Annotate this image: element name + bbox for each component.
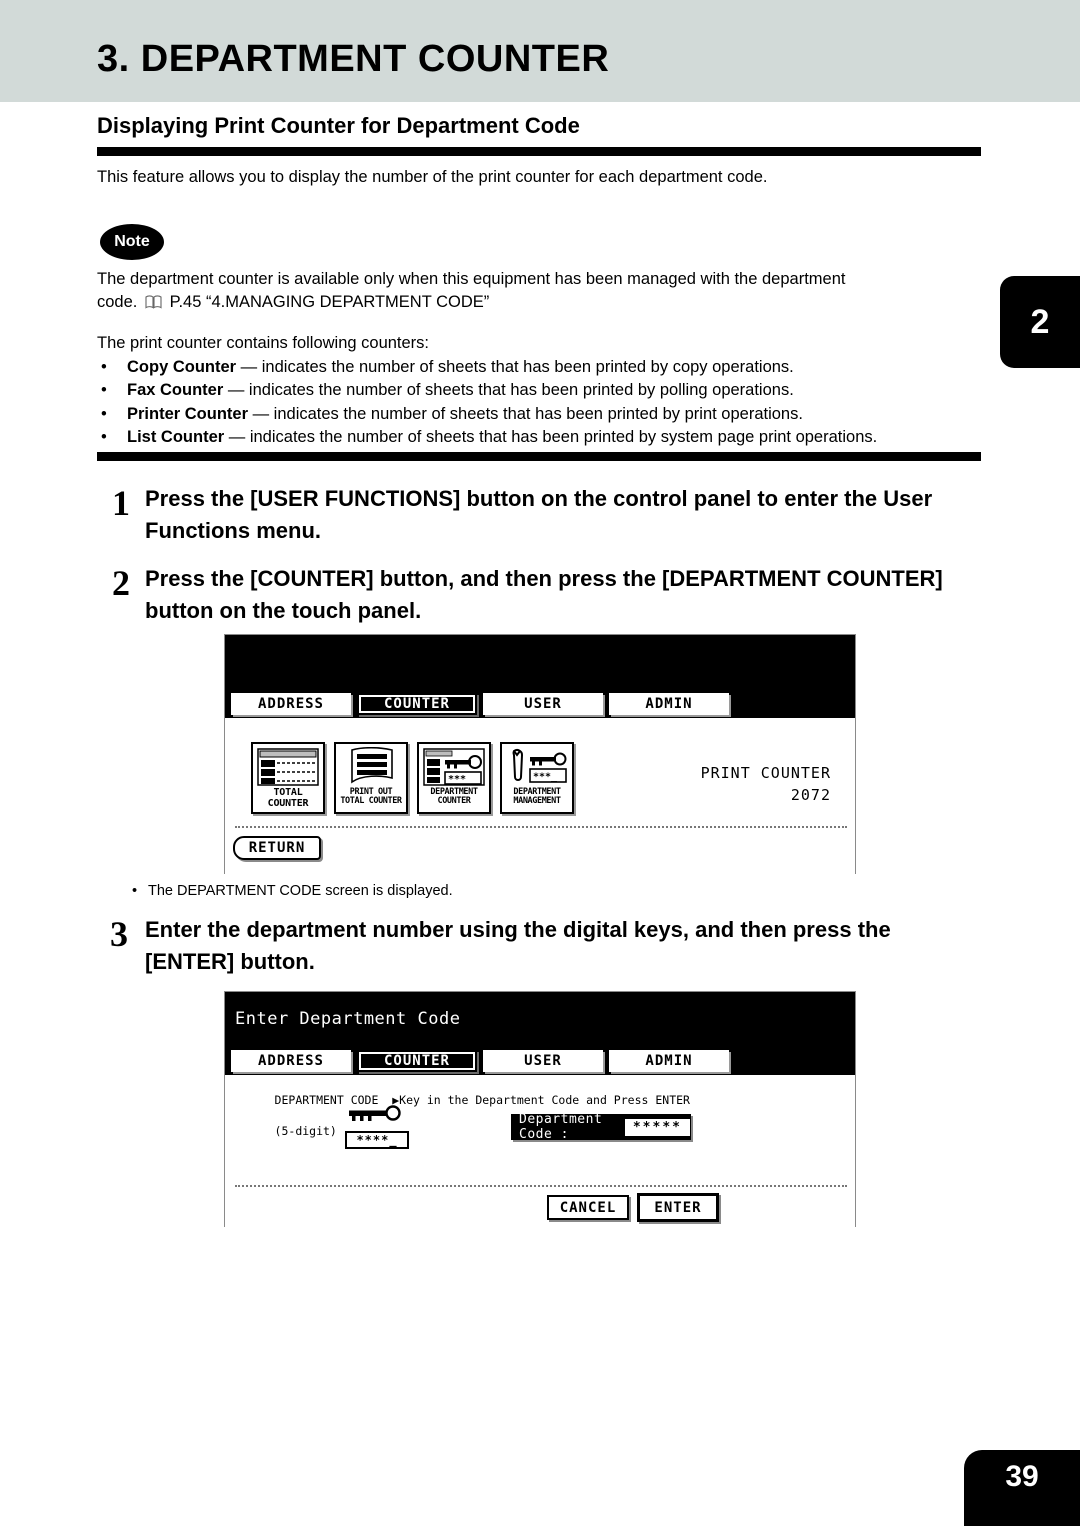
department-counter-icon: ***_ [421, 746, 487, 788]
list-item: • List Counter — indicates the number of… [97, 426, 992, 449]
printout-icon [338, 746, 404, 788]
list-item: • Copy Counter — indicates the number of… [97, 356, 992, 379]
caption-text: The DEPARTMENT CODE screen is displayed. [148, 883, 453, 899]
panel-divider [235, 1185, 847, 1187]
step-1-number: 1 [112, 483, 130, 523]
list-item-term: Copy Counter [127, 358, 237, 376]
department-management-icon: ***_ [504, 746, 570, 788]
step-2-text: Press the [COUNTER] button, and then pre… [145, 566, 943, 623]
key-icon [349, 1105, 401, 1121]
counter-list-icon [255, 746, 321, 788]
department-code-field[interactable]: Department Code : ***** [511, 1112, 691, 1142]
panel-header [225, 635, 855, 692]
department-management-label: DEPARTMENT MANAGEMENT [513, 788, 561, 806]
list-item: • Printer Counter — indicates the number… [97, 403, 992, 426]
instruction-line-1: DEPARTMENT CODE ▶Key in the Department C… [274, 1092, 690, 1107]
icon-label-line1: TOTAL [273, 787, 303, 798]
print-counter-value: 2072 [790, 786, 831, 804]
heading-rule-top [97, 147, 981, 156]
intro-paragraph: This feature allows you to display the n… [97, 168, 768, 186]
note-reference: P.45 “4.MANAGING DEPARTMENT CODE” [169, 293, 490, 312]
touch-panel-counter-menu: ADDRESS COUNTER USER ADMIN TOTAL COUNTER… [224, 634, 856, 874]
steps-rule [97, 452, 981, 461]
step-3-text: Enter the department number using the di… [145, 917, 891, 974]
touch-panel-department-code: Enter Department Code ADDRESS COUNTER US… [224, 991, 856, 1227]
list-item-desc: — indicates the number of sheets that ha… [223, 381, 794, 400]
note-line-2-prefix: code. [97, 293, 138, 312]
note-line-1: The department counter is available only… [97, 270, 846, 288]
bullet-dot: • [101, 358, 107, 376]
step-2-number: 2 [112, 563, 130, 603]
svg-text:***_: ***_ [533, 772, 558, 783]
icon-label-line2: MANAGEMENT [513, 795, 561, 806]
page-number: 39 [964, 1450, 1080, 1526]
tab-address[interactable]: ADDRESS [231, 1050, 351, 1072]
list-item-term: Printer Counter [127, 404, 249, 423]
note-badge: Note [100, 224, 164, 260]
list-item-term: Fax Counter [127, 381, 224, 400]
print-counter-label: PRINT COUNTER [700, 764, 831, 782]
tab-address[interactable]: ADDRESS [231, 693, 351, 715]
counters-bullet-list: • Copy Counter — indicates the number of… [97, 356, 992, 450]
icon-label-line2: COUNTER [437, 795, 471, 806]
bullet-dot: • [101, 381, 107, 400]
caption-bullet: • [132, 883, 138, 899]
total-counter-button[interactable]: TOTAL COUNTER [251, 742, 325, 814]
panel-title: Enter Department Code [235, 1009, 461, 1029]
tab-user[interactable]: USER [483, 1050, 603, 1072]
panel-tabstrip: ADDRESS COUNTER USER ADMIN [225, 692, 855, 718]
list-item: • Fax Counter — indicates the number of … [97, 379, 992, 402]
department-code-field-label: Department Code : [519, 1112, 603, 1142]
step-3-number: 3 [110, 914, 128, 954]
tab-counter[interactable]: COUNTER [357, 693, 477, 715]
tab-admin[interactable]: ADMIN [609, 693, 729, 715]
icon-label-line2: TOTAL COUNTER [340, 795, 402, 806]
department-code-field-value: ***** [623, 1117, 691, 1137]
bullet-dot: • [101, 404, 107, 423]
list-item-desc: — indicates the number of sheets that ha… [224, 428, 878, 447]
counters-intro: The print counter contains following cou… [97, 334, 430, 352]
list-item-desc: — indicates the number of sheets that ha… [248, 404, 803, 423]
step-1-text: Press the [USER FUNCTIONS] button on the… [145, 486, 933, 543]
list-item-desc: — indicates the number of sheets that ha… [236, 358, 794, 376]
icon-label-line2: COUNTER [267, 797, 309, 809]
chapter-side-tab: 2 [1000, 276, 1080, 368]
note-text: The department counter is available only… [97, 268, 987, 317]
department-code-key-graphic: ****_ [345, 1105, 417, 1149]
tab-counter[interactable]: COUNTER [357, 1050, 477, 1072]
return-button[interactable]: RETURN [233, 836, 321, 860]
print-out-total-counter-label: PRINT OUT TOTAL COUNTER [340, 788, 402, 806]
panel-body: TOTAL COUNTER PRINT OUT TOTAL COUNTER **… [225, 718, 855, 874]
department-management-button[interactable]: ***_ DEPARTMENT MANAGEMENT [500, 742, 574, 814]
department-counter-button[interactable]: ***_ DEPARTMENT COUNTER [417, 742, 491, 814]
panel-divider [235, 826, 847, 828]
book-icon [145, 293, 162, 316]
panel-tabstrip: ADDRESS COUNTER USER ADMIN [225, 1049, 855, 1075]
total-counter-label: TOTAL COUNTER [267, 787, 309, 809]
svg-text:***_: ***_ [448, 774, 473, 785]
key-stars-value: ****_ [345, 1131, 409, 1149]
panel-body: DEPARTMENT CODE ▶Key in the Department C… [225, 1075, 855, 1227]
list-item-term: List Counter [127, 428, 225, 447]
print-out-total-counter-button[interactable]: PRINT OUT TOTAL COUNTER [334, 742, 408, 814]
instruction-line-2: (5-digit) [274, 1123, 337, 1138]
section-heading: Displaying Print Counter for Department … [97, 113, 580, 138]
department-counter-label: DEPARTMENT COUNTER [430, 788, 478, 806]
bullet-dot: • [101, 428, 107, 447]
tab-admin[interactable]: ADMIN [609, 1050, 729, 1072]
panel-header: Enter Department Code [225, 992, 855, 1049]
cancel-button[interactable]: CANCEL [547, 1195, 629, 1220]
enter-button[interactable]: ENTER [637, 1193, 719, 1222]
chapter-title: 3. DEPARTMENT COUNTER [97, 38, 610, 80]
panel-caption: • The DEPARTMENT CODE screen is displaye… [132, 883, 453, 899]
tab-user[interactable]: USER [483, 693, 603, 715]
